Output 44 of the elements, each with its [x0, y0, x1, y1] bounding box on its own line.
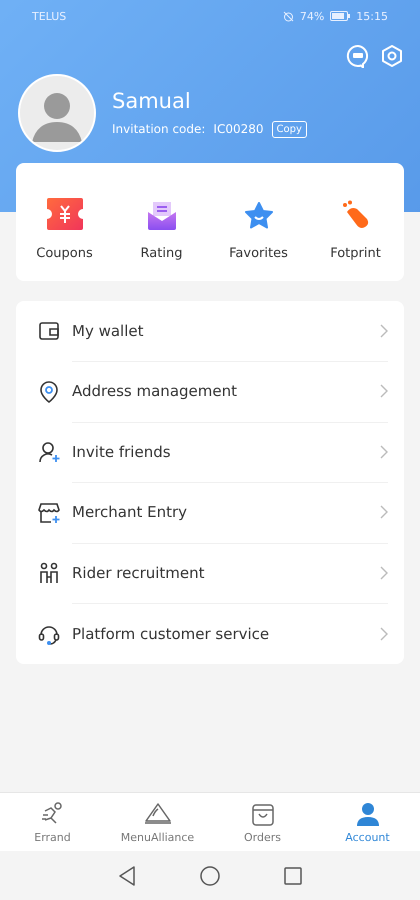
- nav-tab[interactable]: Orders: [210, 793, 315, 851]
- chevron-right-icon: [380, 505, 388, 520]
- chevron-right-icon: [380, 324, 388, 338]
- location-pin-icon: [38, 380, 60, 403]
- wallet-icon: [38, 320, 60, 342]
- recents-icon[interactable]: [284, 866, 302, 884]
- footprint-icon[interactable]: [340, 200, 370, 230]
- clock: 15:15: [356, 10, 388, 22]
- add-person-icon: [38, 441, 60, 464]
- nav-tab[interactable]: Errand: [0, 793, 105, 851]
- shortcut-label[interactable]: Rating: [140, 246, 182, 261]
- menu-item[interactable]: Address management: [72, 382, 380, 400]
- menu-item[interactable]: My wallet: [72, 322, 380, 340]
- invitation-code: IC00280: [213, 122, 264, 136]
- two-people-icon: [38, 562, 60, 584]
- chevron-right-icon: [380, 626, 388, 641]
- shortcut-label[interactable]: Fotprint: [330, 246, 381, 261]
- chevron-right-icon: [380, 384, 388, 398]
- battery-percentage: 74%: [300, 10, 324, 22]
- nav-tab[interactable]: Account: [315, 793, 420, 851]
- settings-icon[interactable]: [380, 44, 404, 68]
- home-icon[interactable]: [200, 866, 220, 886]
- star-icon[interactable]: [244, 202, 274, 230]
- envelope-icon[interactable]: [148, 202, 176, 230]
- menu-item[interactable]: Platform customer service: [72, 624, 380, 643]
- nav-tab[interactable]: MenuAlliance: [105, 793, 210, 851]
- person-icon: [354, 800, 380, 826]
- menu-item[interactable]: Rider recruitment: [72, 564, 380, 582]
- menu-item[interactable]: Invite friends: [72, 442, 380, 461]
- chevron-right-icon: [380, 444, 388, 459]
- ticket-icon[interactable]: [46, 198, 82, 230]
- alarm-off-icon: [282, 10, 294, 22]
- menu-item[interactable]: Merchant Entry: [72, 503, 380, 522]
- carrier-name: TELUS: [32, 10, 66, 22]
- chevron-right-icon: [380, 566, 388, 580]
- shortcut-label[interactable]: Coupons: [36, 246, 93, 261]
- user-name: Samual: [112, 88, 192, 112]
- shortcut-label[interactable]: Favorites: [229, 246, 288, 261]
- cloche-icon: [142, 800, 172, 826]
- invitation-label: Invitation code:: [112, 122, 206, 136]
- back-icon[interactable]: [118, 866, 136, 886]
- store-icon: [38, 502, 60, 524]
- battery-icon: [330, 11, 350, 21]
- chat-icon[interactable]: [346, 44, 370, 68]
